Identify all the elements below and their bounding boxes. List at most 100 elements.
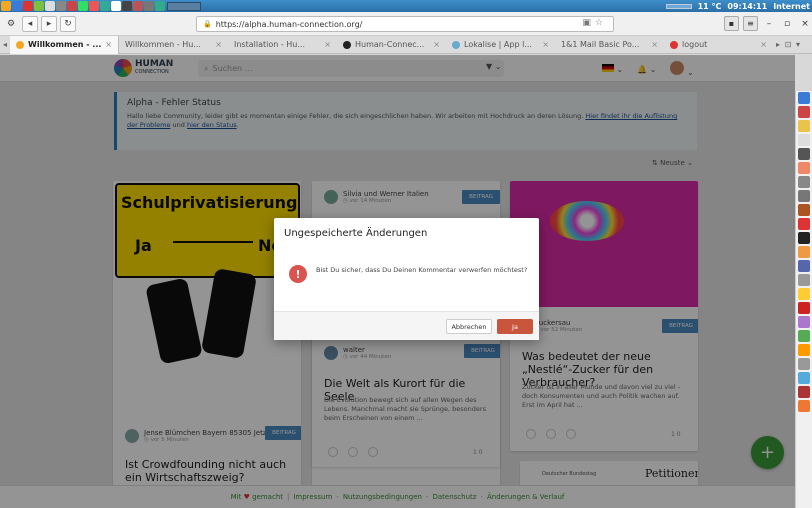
sidebar-app-icon[interactable] <box>798 246 810 258</box>
sidebar-app-icon[interactable] <box>798 386 810 398</box>
browser-tab[interactable]: logout × <box>664 36 773 54</box>
tab-close-icon[interactable]: × <box>433 40 440 49</box>
tab-list: Willkommen - ... × Willkommen - Hu... × Inst… <box>10 35 773 54</box>
tab-close-icon[interactable]: × <box>215 40 222 49</box>
sidebar-app-icon[interactable] <box>798 190 810 202</box>
taskbar-app-icon[interactable] <box>67 1 77 11</box>
tab-label: logout <box>682 40 708 49</box>
back-button[interactable]: ◂ <box>22 15 38 32</box>
tab-close-icon[interactable]: × <box>760 40 767 49</box>
sidebar-app-icon[interactable] <box>798 358 810 370</box>
os-taskbar: 11 °C 09:14:11 Internet <box>0 0 812 12</box>
taskbar-app-icons[interactable] <box>0 1 165 11</box>
dialog-footer: Abbrechen Ja <box>274 311 539 340</box>
tab-favicon-icon <box>452 40 460 49</box>
taskbar-app-icon[interactable] <box>45 1 55 11</box>
sidebar-app-icon[interactable] <box>798 92 810 104</box>
taskbar-tray: 11 °C 09:14:11 Internet <box>665 0 810 12</box>
taskbar-app-icon[interactable] <box>89 1 99 11</box>
downloads-icon[interactable]: ▪ <box>724 16 739 31</box>
browser-navbar: ⚙ ◂ ▸ ↻ 🔒 https://alpha.human-connection… <box>0 12 812 36</box>
dialog-message: Bist Du sicher, dass Du Deinen Kommentar… <box>316 266 528 274</box>
tab-label: Installation - Hu... <box>234 40 305 49</box>
taskbar-app-icon[interactable] <box>100 1 110 11</box>
browser-tab[interactable]: Lokalise | App l... × <box>446 36 555 54</box>
close-window-icon[interactable]: × <box>798 19 812 29</box>
tab-close-icon[interactable]: × <box>324 40 331 49</box>
tab-favicon-icon <box>343 40 351 49</box>
sidebar-app-icon[interactable] <box>798 316 810 328</box>
taskbar-app-icon[interactable] <box>12 1 22 11</box>
taskbar-app-icon[interactable] <box>144 1 154 11</box>
tab-scroll-left-icon[interactable]: ◂ <box>0 40 10 49</box>
lock-icon: 🔒 <box>203 20 212 28</box>
taskbar-app-icon[interactable] <box>78 1 88 11</box>
tab-label: Human-Connec... <box>355 40 425 49</box>
unsaved-changes-dialog: Ungespeicherte Änderungen ! Bist Du sich… <box>274 218 539 340</box>
sidebar-app-icon[interactable] <box>798 162 810 174</box>
dialog-title: Ungespeicherte Änderungen <box>284 228 428 239</box>
cancel-button[interactable]: Abbrechen <box>446 319 492 334</box>
taskbar-app-icon[interactable] <box>23 1 33 11</box>
sidebar-app-icon[interactable] <box>798 330 810 342</box>
forward-button[interactable]: ▸ <box>41 15 57 32</box>
tab-menu-icon[interactable]: ▾ <box>793 40 803 49</box>
sidebar-app-icon[interactable] <box>798 148 810 160</box>
taskbar-app-icon[interactable] <box>122 1 132 11</box>
browser-tab[interactable]: Installation - Hu... × <box>228 36 337 54</box>
browser-sidebar <box>795 91 812 508</box>
temperature: 11 °C <box>697 1 722 11</box>
sidebar-app-icon[interactable] <box>798 204 810 216</box>
tab-favicon-icon <box>670 40 678 49</box>
taskbar-app-icon[interactable] <box>155 1 165 11</box>
browser-tab[interactable]: 1&1 Mail Basic Po... × <box>555 36 664 54</box>
sidebar-app-icon[interactable] <box>798 176 810 188</box>
tab-close-icon[interactable]: × <box>105 40 112 49</box>
tab-label: Willkommen - ... <box>28 40 102 49</box>
bookmark-star-icon[interactable]: ▣☆ <box>582 18 607 28</box>
sidebar-app-icon[interactable] <box>798 344 810 356</box>
maximize-icon[interactable]: ▫ <box>780 19 794 29</box>
browser-tab[interactable]: Willkommen - ... × <box>10 35 119 54</box>
sidebar-app-icon[interactable] <box>798 134 810 146</box>
sidebar-app-icon[interactable] <box>798 106 810 118</box>
tab-bar: ◂ Willkommen - ... × Willkommen - Hu... × In… <box>0 35 812 54</box>
cpu-meter-icon <box>665 3 692 9</box>
taskbar-app-icon[interactable] <box>133 1 143 11</box>
taskbar-app-icon[interactable] <box>111 1 121 11</box>
hamburger-menu-icon[interactable]: ≡ <box>743 16 758 31</box>
tab-label: Willkommen - Hu... <box>125 40 201 49</box>
taskbar-window-button[interactable] <box>167 1 201 11</box>
browser-tab[interactable]: Willkommen - Hu... × <box>119 36 228 54</box>
tab-scroll-right-icon[interactable]: ▸ <box>773 40 783 49</box>
sidebar-app-icon[interactable] <box>798 274 810 286</box>
tab-close-icon[interactable]: × <box>542 40 549 49</box>
confirm-button[interactable]: Ja <box>497 319 533 334</box>
sidebar-app-icon[interactable] <box>798 218 810 230</box>
url-bar[interactable]: 🔒 https://alpha.human-connection.org/ ▣☆ <box>196 16 614 32</box>
warning-icon: ! <box>289 265 307 283</box>
tab-favicon-icon <box>16 40 24 49</box>
tab-label: Lokalise | App l... <box>464 40 532 49</box>
sidebar-app-icon[interactable] <box>798 232 810 244</box>
taskbar-app-icon[interactable] <box>34 1 44 11</box>
tab-label: 1&1 Mail Basic Po... <box>561 40 640 49</box>
taskbar-app-icon[interactable] <box>1 1 11 11</box>
sidebar-app-icon[interactable] <box>798 372 810 384</box>
sidebar-app-icon[interactable] <box>798 260 810 272</box>
url-text: https://alpha.human-connection.org/ <box>215 19 363 29</box>
window-controls: ▪ ≡ – ▫ × <box>724 16 812 31</box>
clock[interactable]: 09:14:11 <box>727 2 767 11</box>
network-label[interactable]: Internet <box>773 2 810 11</box>
sidebar-app-icon[interactable] <box>798 302 810 314</box>
browser-menu-icon[interactable]: ⚙ <box>3 16 19 32</box>
reload-button[interactable]: ↻ <box>60 15 76 32</box>
minimize-icon[interactable]: – <box>762 19 776 29</box>
sidebar-app-icon[interactable] <box>798 288 810 300</box>
tab-close-icon[interactable]: × <box>651 40 658 49</box>
sidebar-app-icon[interactable] <box>798 400 810 412</box>
sidebar-app-icon[interactable] <box>798 120 810 132</box>
tab-list-icon[interactable]: ⊡ <box>783 40 793 49</box>
taskbar-app-icon[interactable] <box>56 1 66 11</box>
browser-tab[interactable]: Human-Connec... × <box>337 36 446 54</box>
